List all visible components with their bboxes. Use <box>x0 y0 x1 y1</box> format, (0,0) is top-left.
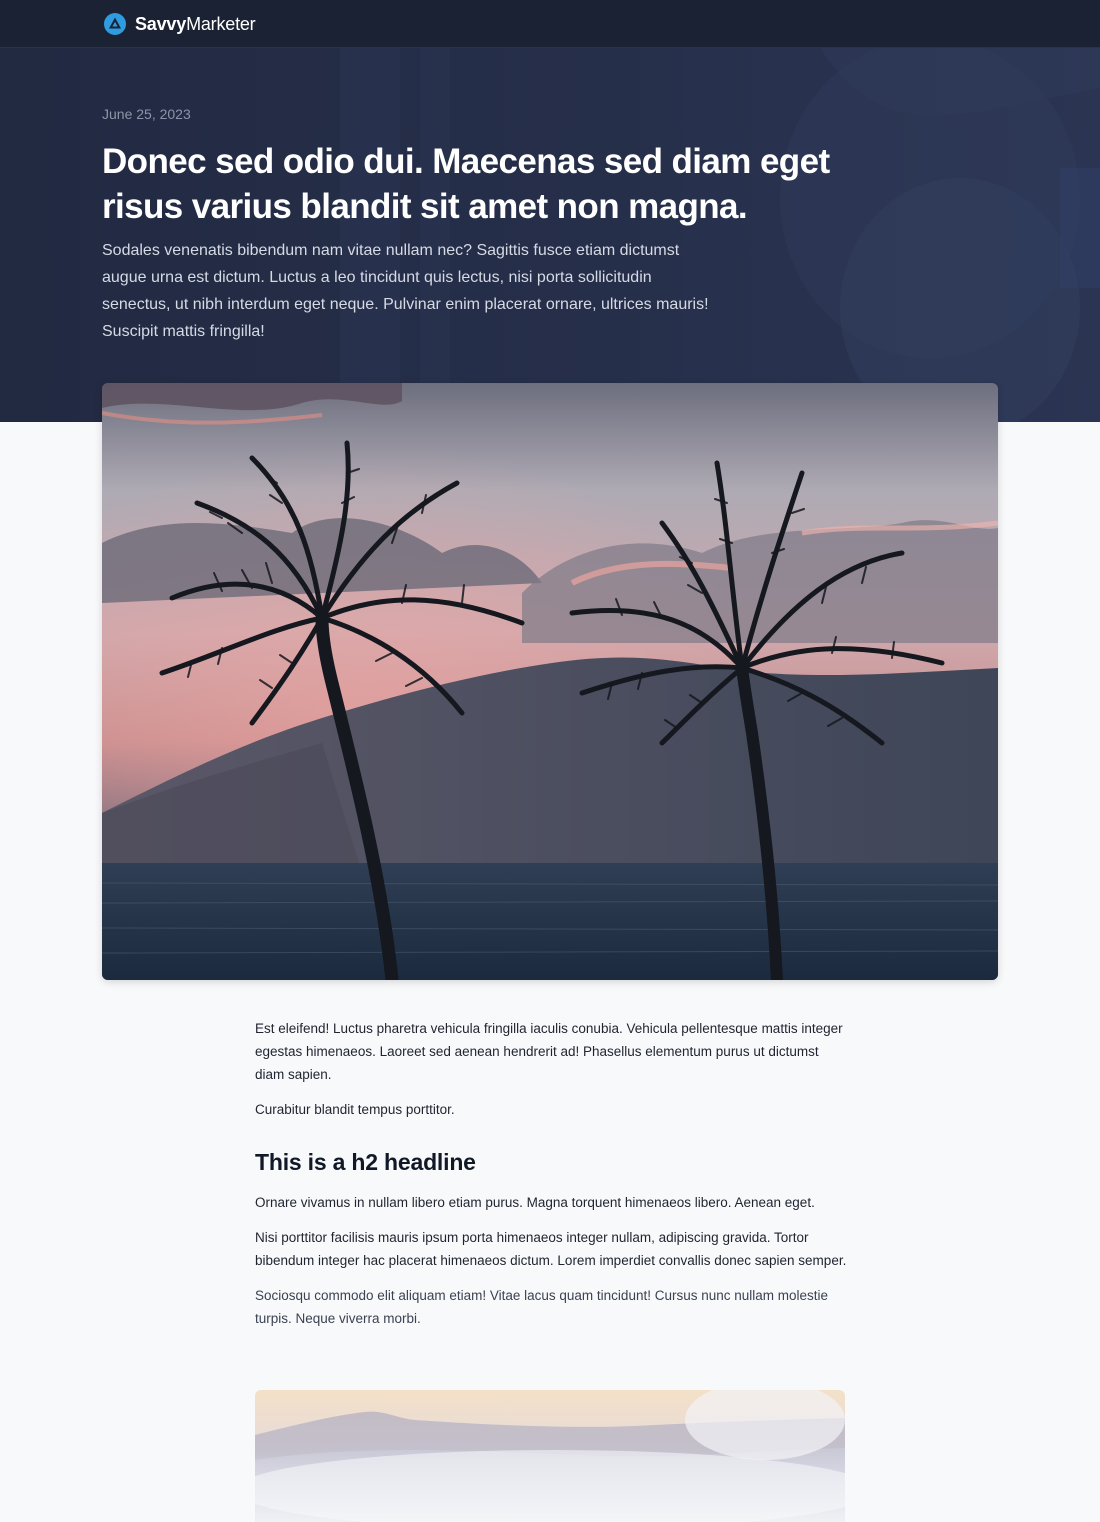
brand-name: SavvyMarketer <box>135 13 256 35</box>
featured-image <box>102 383 998 980</box>
article-date: June 25, 2023 <box>102 106 191 122</box>
article-paragraph: Nisi porttitor facilisis mauris ipsum po… <box>255 1230 847 1268</box>
article-paragraph: Sociosqu commodo elit aliquam etiam! Vit… <box>255 1288 829 1326</box>
article-paragraph: Est eleifend! Luctus pharetra vehicula f… <box>255 1021 843 1082</box>
article-hero: June 25, 2023 Donec sed odio dui. Maecen… <box>0 48 1100 422</box>
article-body: Est eleifend! Luctus pharetra vehicula f… <box>255 1017 847 1342</box>
top-navbar: SavvyMarketer <box>0 0 1100 48</box>
brand-name-light: Marketer <box>186 13 256 34</box>
hero-background-image <box>0 48 1100 422</box>
brand-logo-icon <box>103 12 127 36</box>
article-excerpt: Sodales venenatis bibendum nam vitae nul… <box>102 242 709 340</box>
article-title: Donec sed odio dui. Maecenas sed diam eg… <box>102 142 830 226</box>
inline-article-image <box>255 1390 845 1522</box>
article-h2-headline: This is a h2 headline <box>255 1149 476 1175</box>
brand-name-strong: Savvy <box>135 13 187 34</box>
article-paragraph: Curabitur blandit tempus porttitor. <box>255 1102 455 1117</box>
brand-link[interactable]: SavvyMarketer <box>103 12 256 36</box>
article-paragraph: Ornare vivamus in nullam libero etiam pu… <box>255 1195 815 1210</box>
